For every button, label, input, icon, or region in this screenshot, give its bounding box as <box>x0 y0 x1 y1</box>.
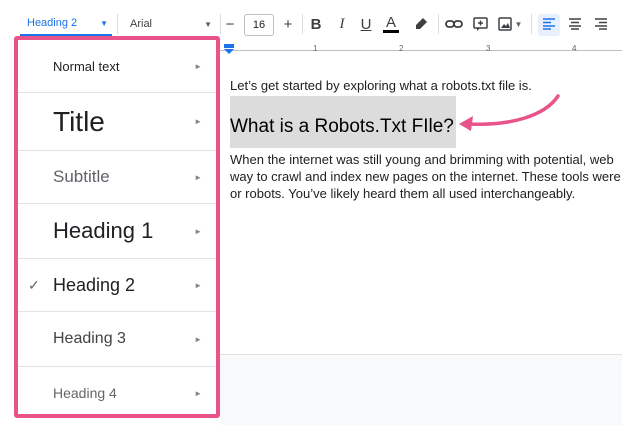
menu-item-label: Heading 2 <box>53 274 136 295</box>
menu-item-label: Normal text <box>53 58 120 74</box>
align-center-button[interactable] <box>566 12 584 36</box>
menu-item-heading-3[interactable]: Heading 3 ► <box>18 312 216 366</box>
menu-item-label: Heading 4 <box>53 385 117 401</box>
align-left-icon <box>543 18 555 30</box>
checkmark-icon: ✓ <box>28 276 40 293</box>
text-color-bar <box>383 29 399 33</box>
toolbar-divider <box>531 14 532 34</box>
italic-button[interactable]: I <box>334 12 350 36</box>
insert-link-button[interactable] <box>444 12 464 36</box>
paragraph-style-select[interactable]: Heading 2 ▼ <box>20 12 112 36</box>
menu-item-label: Heading 3 <box>53 330 126 347</box>
first-line-indent-handle[interactable] <box>224 44 234 48</box>
chevron-right-icon: ► <box>194 117 202 126</box>
document-heading: What is a Robots.Txt FIle? <box>230 116 454 137</box>
menu-item-title[interactable]: Title ► <box>18 93 216 150</box>
ruler-mark: 2 <box>399 44 404 53</box>
toolbar-divider <box>220 14 221 34</box>
link-icon <box>445 20 463 28</box>
left-indent-handle[interactable] <box>224 49 234 54</box>
align-left-button[interactable] <box>540 12 558 36</box>
align-right-button[interactable] <box>592 12 610 36</box>
menu-item-heading-2[interactable]: ✓ Heading 2 ► <box>18 259 216 311</box>
paragraph-style-value: Heading 2 <box>27 17 78 29</box>
chevron-right-icon: ► <box>194 226 202 236</box>
increase-font-size-button[interactable]: + <box>280 12 296 36</box>
decrease-font-size-button[interactable]: − <box>223 12 237 36</box>
body-paragraph-line: or robots. You’ve likely heard them all … <box>230 186 576 201</box>
bold-button[interactable]: B <box>308 12 324 36</box>
chevron-right-icon: ► <box>194 61 202 71</box>
font-size-input[interactable]: 16 <box>244 14 274 36</box>
toolbar-divider <box>438 14 439 34</box>
comment-icon <box>472 16 488 31</box>
insert-image-button[interactable]: ▼ <box>496 12 524 36</box>
menu-item-heading-1[interactable]: Heading 1 ► <box>18 204 216 258</box>
menu-item-heading-4[interactable]: Heading 4 ► <box>18 367 216 414</box>
underline-button[interactable]: U <box>358 12 374 36</box>
highlighter-icon <box>416 18 427 29</box>
toolbar-divider <box>302 14 303 34</box>
add-comment-button[interactable] <box>470 12 490 36</box>
ruler-mark: 4 <box>572 44 577 53</box>
chevron-right-icon: ► <box>194 280 202 290</box>
ruler-mark: 1 <box>313 44 318 53</box>
chevron-down-icon: ▼ <box>514 19 523 29</box>
text-color-button[interactable]: A <box>382 12 400 36</box>
page-gap <box>220 354 622 425</box>
chevron-down-icon: ▼ <box>204 19 212 29</box>
font-family-select[interactable]: Arial ▼ <box>122 12 216 36</box>
text-color-label: A <box>385 13 396 31</box>
highlighter-button[interactable] <box>412 12 430 36</box>
ruler-mark: 3 <box>486 44 491 53</box>
menu-item-label: Title <box>53 105 105 137</box>
chevron-right-icon: ► <box>194 334 202 344</box>
body-paragraph-line: When the internet was still young and br… <box>230 152 614 167</box>
ruler-line <box>220 50 622 51</box>
chevron-down-icon: ▼ <box>100 18 108 28</box>
chevron-right-icon: ► <box>194 172 202 182</box>
menu-item-normal-text[interactable]: Normal text ► <box>18 40 216 92</box>
arrow-annotation-icon <box>459 94 560 131</box>
toolbar-divider <box>117 14 118 34</box>
image-icon <box>497 17 512 31</box>
paragraph-styles-menu: Normal text ► Title ► Subtitle ► Heading… <box>14 36 220 418</box>
menu-item-label: Heading 1 <box>53 218 154 243</box>
align-center-icon <box>569 18 581 30</box>
chevron-right-icon: ► <box>194 388 202 398</box>
font-family-value: Arial <box>130 18 153 30</box>
align-right-icon <box>595 18 607 30</box>
body-paragraph-line: way to crawl and index new pages on the … <box>230 169 621 184</box>
horizontal-ruler[interactable]: 1 2 3 4 <box>220 44 622 56</box>
menu-item-label: Subtitle <box>53 167 110 186</box>
menu-item-subtitle[interactable]: Subtitle ► <box>18 151 216 203</box>
